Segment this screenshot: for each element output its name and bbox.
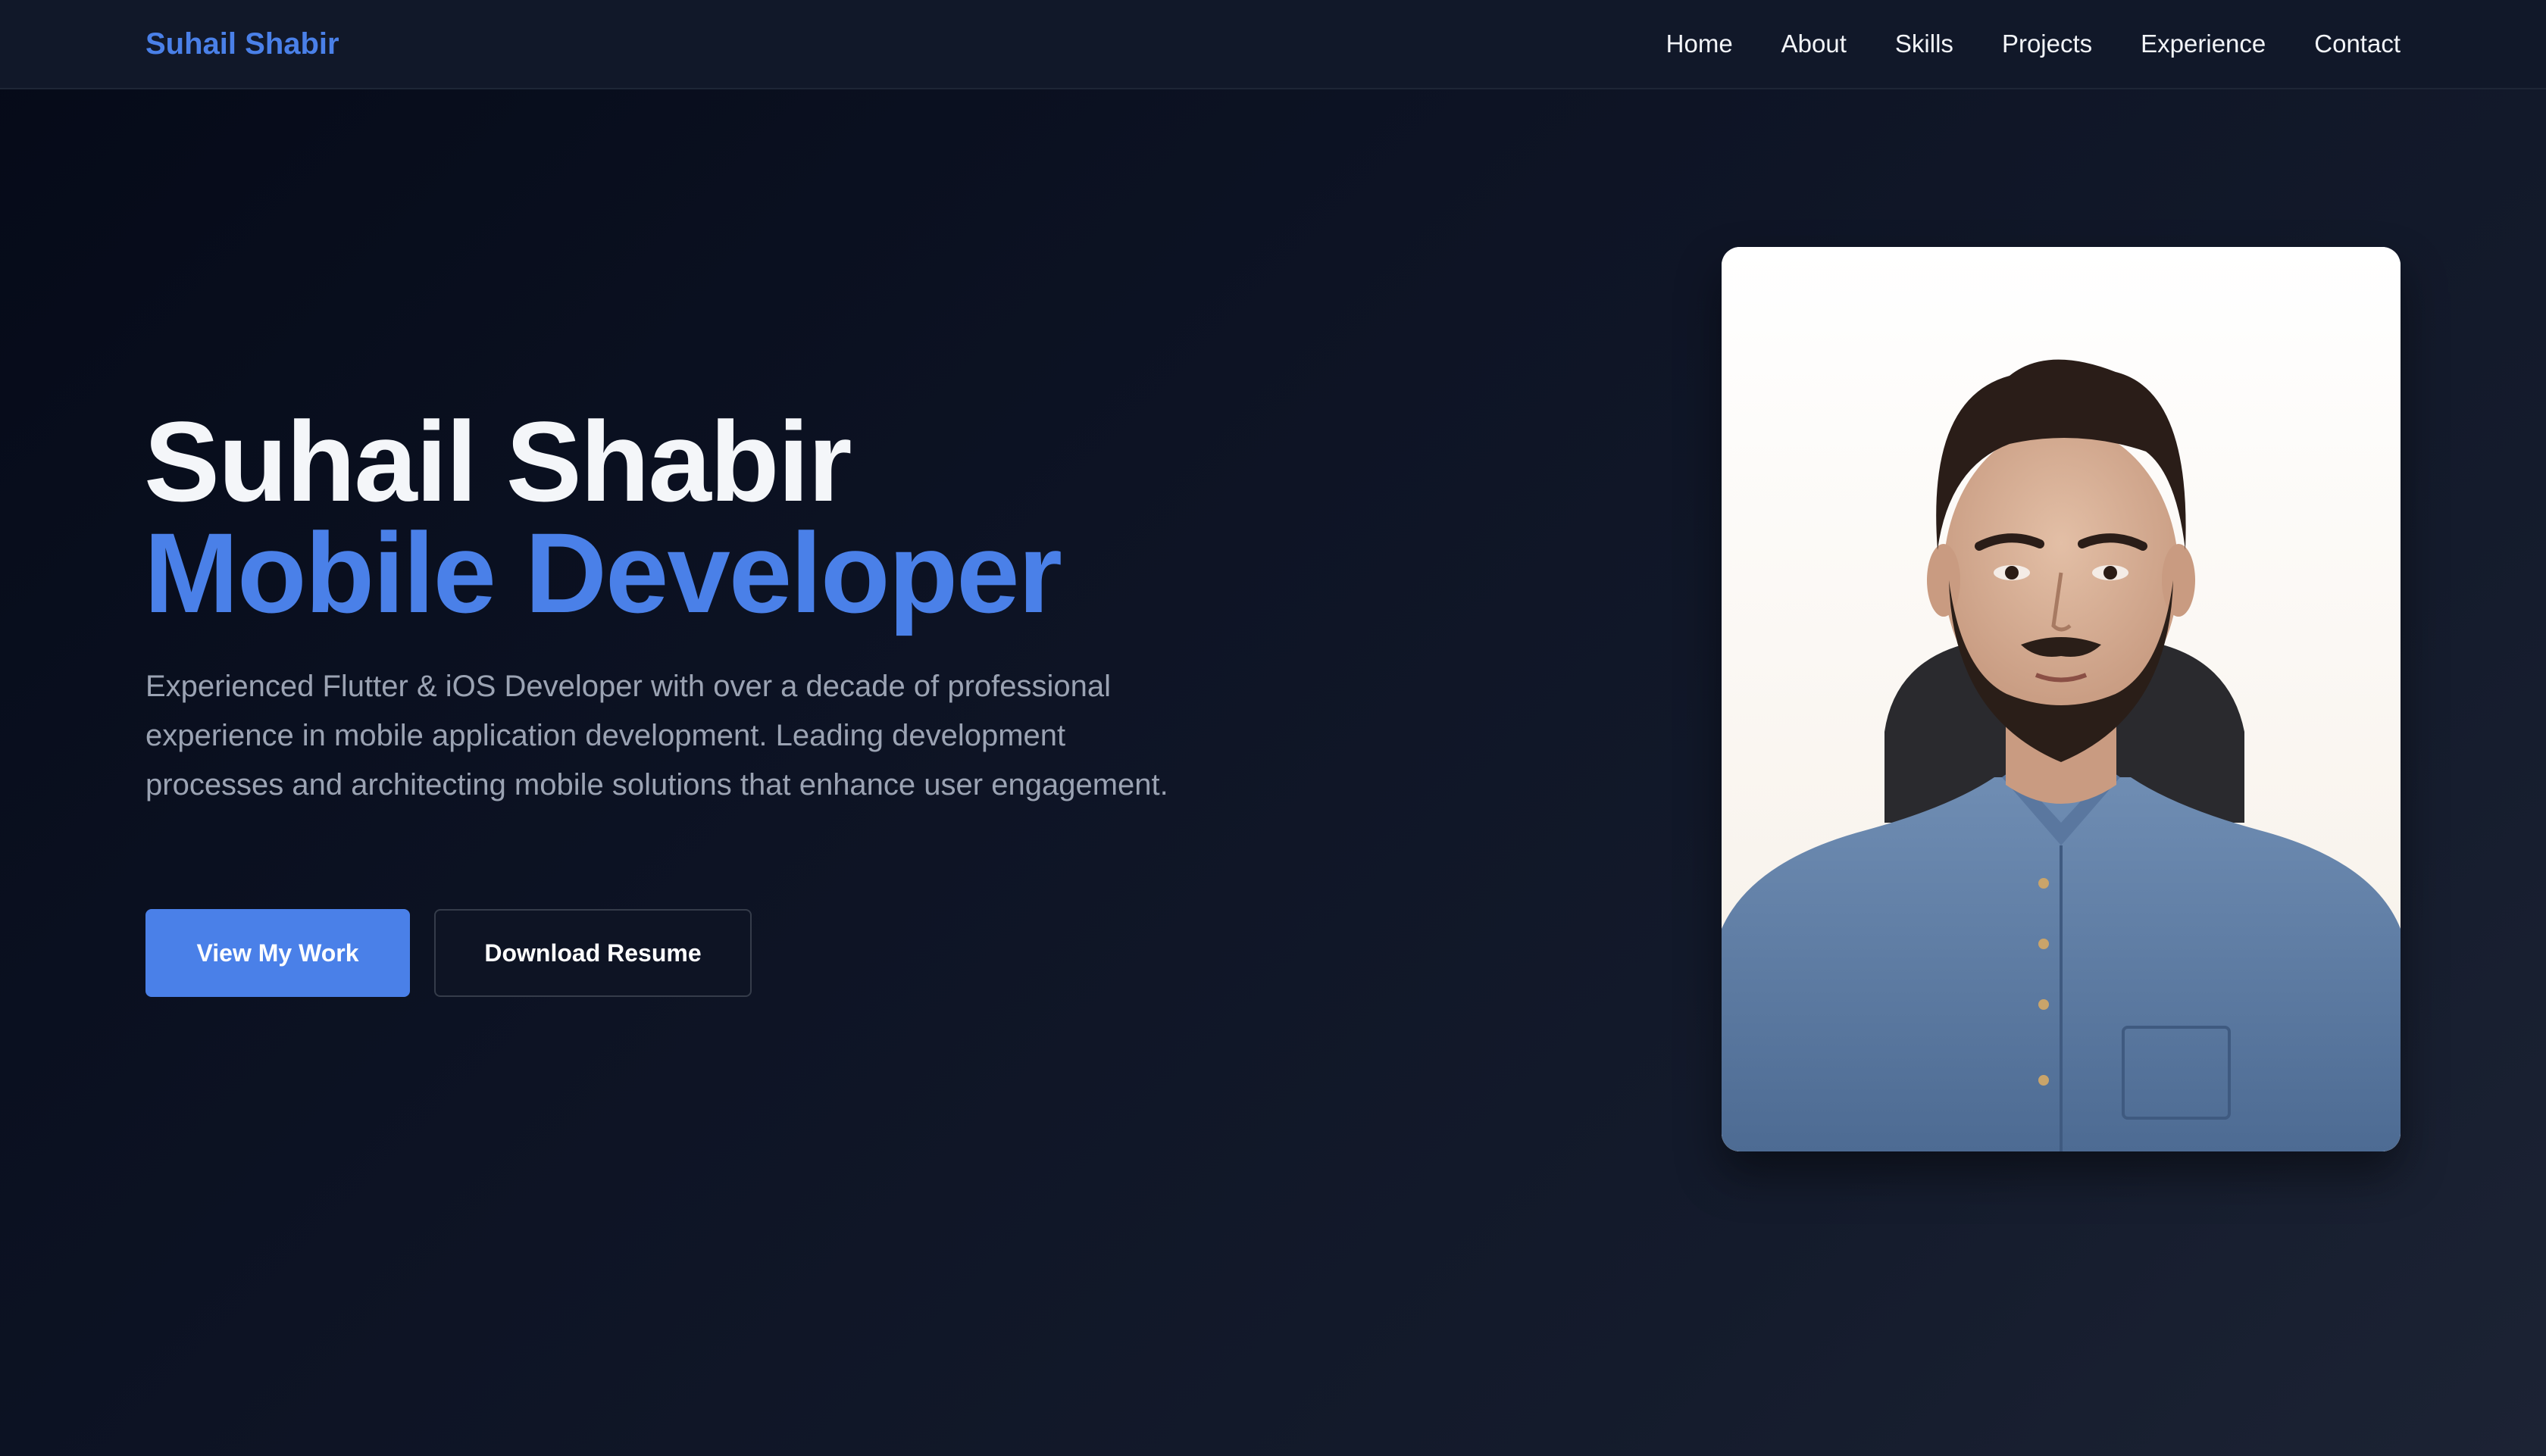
nav-link-home[interactable]: Home bbox=[1666, 26, 1733, 62]
view-my-work-button[interactable]: View My Work bbox=[145, 909, 410, 997]
hero-description: Experienced Flutter & iOS Developer with… bbox=[145, 670, 1168, 801]
download-resume-button[interactable]: Download Resume bbox=[434, 909, 752, 997]
nav-menu: Home About Skills Projects Experience Co… bbox=[1666, 26, 2401, 62]
brand-logo[interactable]: Suhail Shabir bbox=[145, 26, 339, 62]
hero-name: Suhail Shabir bbox=[144, 398, 852, 525]
nav-link-experience[interactable]: Experience bbox=[2141, 26, 2266, 62]
navbar: Suhail Shabir Home About Skills Projects… bbox=[0, 0, 2546, 89]
nav-link-skills[interactable]: Skills bbox=[1895, 26, 1953, 62]
nav-link-about[interactable]: About bbox=[1781, 26, 1847, 62]
profile-photo-illustration bbox=[1722, 247, 2401, 1151]
profile-photo bbox=[1722, 247, 2401, 1151]
nav-link-projects[interactable]: Projects bbox=[2002, 26, 2092, 62]
hero-role: Mobile Developer bbox=[144, 509, 1062, 636]
nav-link-contact[interactable]: Contact bbox=[2314, 26, 2401, 62]
